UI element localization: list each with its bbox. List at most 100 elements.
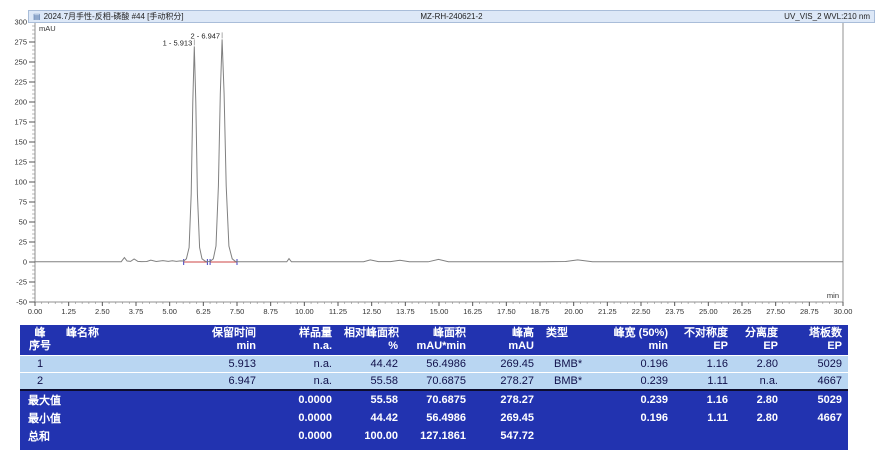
x-axis-unit: min [827,291,839,300]
y-tick-label: -25 [16,278,27,287]
summary-row: 总和0.0000100.00127.1861547.72 [20,427,848,448]
x-tick-label: 17.50 [497,307,516,316]
summary-cell: 278.27 [472,390,540,409]
column-header: 不对称度EP [674,325,734,356]
peak-cell: 2.80 [734,356,784,373]
y-tick-label: 150 [14,138,27,147]
y-tick-label: 225 [14,78,27,87]
summary-label: 最小值 [20,409,200,427]
summary-row: 最大值 0.000055.5870.6875278.27 0.2391.162.80… [20,390,848,409]
summary-cell: 269.45 [472,409,540,427]
summary-cell [600,427,674,448]
peak-cell: 0.196 [600,356,674,373]
x-tick-label: 5.00 [162,307,177,316]
peak-cell: 278.27 [472,373,540,391]
chromatogram-chart[interactable]: 3002752502252001751501251007550250-25-50… [0,0,879,318]
summary-label: 最大值 [20,390,200,409]
x-tick-label: 28.75 [800,307,819,316]
peak-cell: n.a. [262,356,338,373]
x-tick-label: 7.50 [230,307,245,316]
peak-row[interactable]: 15.913n.a.44.4256.4986269.45BMB*0.1961.1… [20,356,848,373]
summary-cell: 1.16 [674,390,734,409]
peak-cell: 1.11 [674,373,734,391]
peak-row[interactable]: 26.947n.a.55.5870.6875278.27BMB*0.2391.1… [20,373,848,391]
summary-cell: 0.239 [600,390,674,409]
peak-cell: n.a. [734,373,784,391]
x-tick-label: 21.25 [598,307,617,316]
x-tick-label: 12.50 [362,307,381,316]
peak-label: 2 - 6.947 [190,31,220,40]
summary-cell: 44.42 [338,409,404,427]
column-header: 相对峰面积% [338,325,404,356]
x-tick-label: 10.00 [295,307,314,316]
chromatogram-panel: 3002752502252001751501251007550250-25-50… [0,0,879,318]
x-tick-label: 25.00 [699,307,718,316]
x-tick-label: 15.00 [430,307,449,316]
summary-cell: 4667 [784,409,848,427]
peak-cell: BMB* [540,356,600,373]
column-header: 峰名称 [60,325,200,356]
x-tick-label: 23.75 [665,307,684,316]
column-header: 分离度EP [734,325,784,356]
summary-cell: 1.11 [674,409,734,427]
summary-cell: 56.4986 [404,409,472,427]
chromatogram-title-bar: ▤ 2024.7月手性-反相-磷酸 #44 [手动积分] MZ-RH-24062… [28,10,875,23]
summary-cell [200,409,262,427]
peak-cell: 4667 [784,373,848,391]
summary-row: 最小值 0.000044.4256.4986269.45 0.1961.112.80… [20,409,848,427]
chromatogram-title: 2024.7月手性-反相-磷酸 #44 [手动积分] [44,12,184,22]
column-header: 类型 [540,325,600,356]
peak-cell: 269.45 [472,356,540,373]
summary-cell: 70.6875 [404,390,472,409]
channel-label: UV_VIS_2 WVL:210 nm [591,12,870,22]
peak-cell: n.a. [262,373,338,391]
x-tick-label: 1.25 [61,307,76,316]
peak-cell: 2 [20,373,60,391]
y-tick-label: 200 [14,98,27,107]
column-header: 塔板数EP [784,325,848,356]
x-tick-label: 26.25 [733,307,752,316]
chromatogram-icon: ▤ [33,13,41,21]
summary-cell [674,427,734,448]
summary-cell: 0.0000 [262,409,338,427]
summary-cell [540,427,600,448]
x-tick-label: 2.50 [95,307,110,316]
x-tick-label: 20.00 [564,307,583,316]
peak-cell [60,356,200,373]
column-header: 峰宽 (50%)min [600,325,674,356]
summary-cell: 127.1861 [404,427,472,448]
y-tick-label: 50 [19,218,27,227]
summary-cell [540,390,600,409]
x-tick-label: 16.25 [463,307,482,316]
peak-cell: 56.4986 [404,356,472,373]
y-tick-label: 25 [19,238,27,247]
y-tick-label: 275 [14,38,27,47]
y-tick-label: -50 [16,298,27,307]
x-tick-label: 3.75 [129,307,144,316]
peak-cell: 5.913 [200,356,262,373]
summary-cell: 0.0000 [262,390,338,409]
x-tick-label: 27.50 [766,307,785,316]
table-header-row: 峰序号峰名称 保留时间min样品量n.a.相对峰面积%峰面积mAU*min峰高m… [20,325,848,356]
x-tick-label: 11.25 [329,307,347,316]
peak-cell: 5029 [784,356,848,373]
summary-cell: 2.80 [734,409,784,427]
x-tick-label: 6.25 [196,307,211,316]
x-tick-label: 8.75 [263,307,278,316]
summary-cell [200,390,262,409]
y-tick-label: 75 [19,198,27,207]
column-header: 样品量n.a. [262,325,338,356]
summary-cell: 2.80 [734,390,784,409]
x-tick-label: 18.75 [531,307,550,316]
injection-name: MZ-RH-240621-2 [312,12,591,22]
y-tick-label: 0 [23,258,27,267]
x-tick-label: 0.00 [28,307,43,316]
y-axis-unit: mAU [39,24,56,33]
summary-cell [540,409,600,427]
summary-cell: 0.0000 [262,427,338,448]
x-tick-label: 13.75 [396,307,415,316]
summary-cell: 55.58 [338,390,404,409]
summary-cell: 0.196 [600,409,674,427]
y-tick-label: 300 [14,18,27,27]
peak-cell: 6.947 [200,373,262,391]
